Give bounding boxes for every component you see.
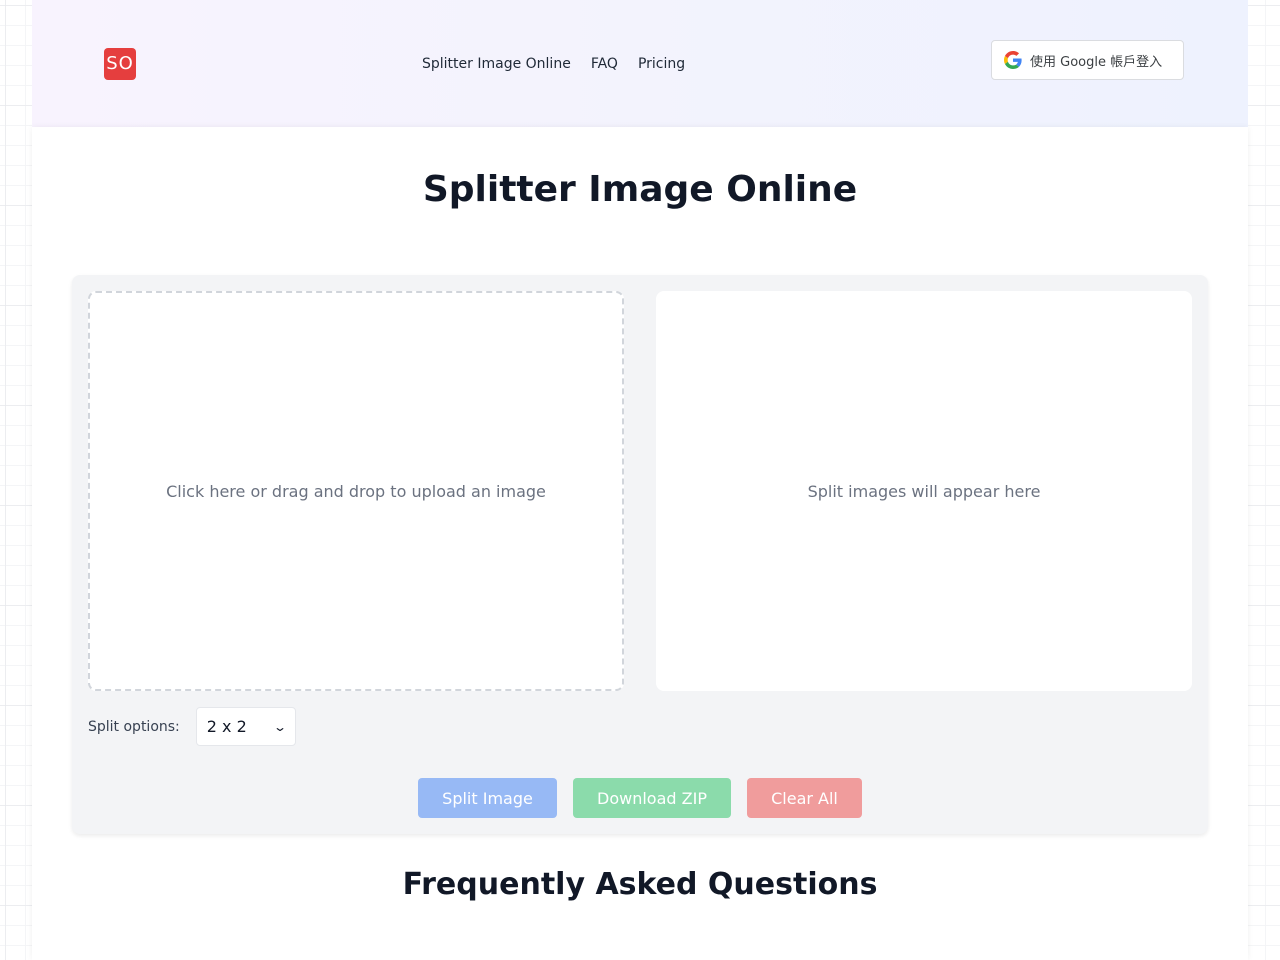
- nav-link-splitter[interactable]: Splitter Image Online: [422, 56, 571, 72]
- google-signin-label: 使用 Google 帳戶登入: [1030, 54, 1163, 70]
- faq-heading: Frequently Asked Questions: [402, 867, 878, 902]
- page-container: SO Splitter Image Online FAQ Pricing 使用 …: [32, 0, 1248, 960]
- clear-all-button[interactable]: Clear All: [747, 778, 862, 818]
- result-placeholder-text: Split images will appear here: [807, 481, 1041, 501]
- split-results-area: Split images will appear here: [656, 291, 1192, 691]
- split-selected-value: 2 x 2: [206, 717, 247, 736]
- upload-placeholder-text: Click here or drag and drop to upload an…: [166, 481, 546, 501]
- split-options-label: Split options:: [88, 718, 180, 735]
- google-g-icon: [1004, 51, 1022, 69]
- split-image-button[interactable]: Split Image: [418, 778, 557, 818]
- split-options-row: Split options: 2 x 2 ⌄: [88, 707, 296, 746]
- action-buttons: Split Image Download ZIP Clear All: [72, 778, 1208, 818]
- main-content: Splitter Image Online Click here or drag…: [32, 127, 1248, 960]
- logo[interactable]: SO: [104, 48, 136, 80]
- download-zip-button[interactable]: Download ZIP: [573, 778, 731, 818]
- nav-link-pricing[interactable]: Pricing: [638, 56, 685, 72]
- split-options-select[interactable]: 2 x 2 ⌄: [195, 707, 296, 746]
- chevron-down-icon: ⌄: [272, 719, 287, 734]
- google-signin-button[interactable]: 使用 Google 帳戶登入: [991, 40, 1184, 80]
- nav-link-faq[interactable]: FAQ: [591, 56, 618, 72]
- splitter-tool-panel: Click here or drag and drop to upload an…: [72, 275, 1208, 834]
- page-title: Splitter Image Online: [422, 169, 858, 210]
- main-nav: Splitter Image Online FAQ Pricing: [422, 56, 685, 72]
- image-upload-dropzone[interactable]: Click here or drag and drop to upload an…: [88, 291, 624, 691]
- site-header: SO Splitter Image Online FAQ Pricing 使用 …: [32, 0, 1248, 127]
